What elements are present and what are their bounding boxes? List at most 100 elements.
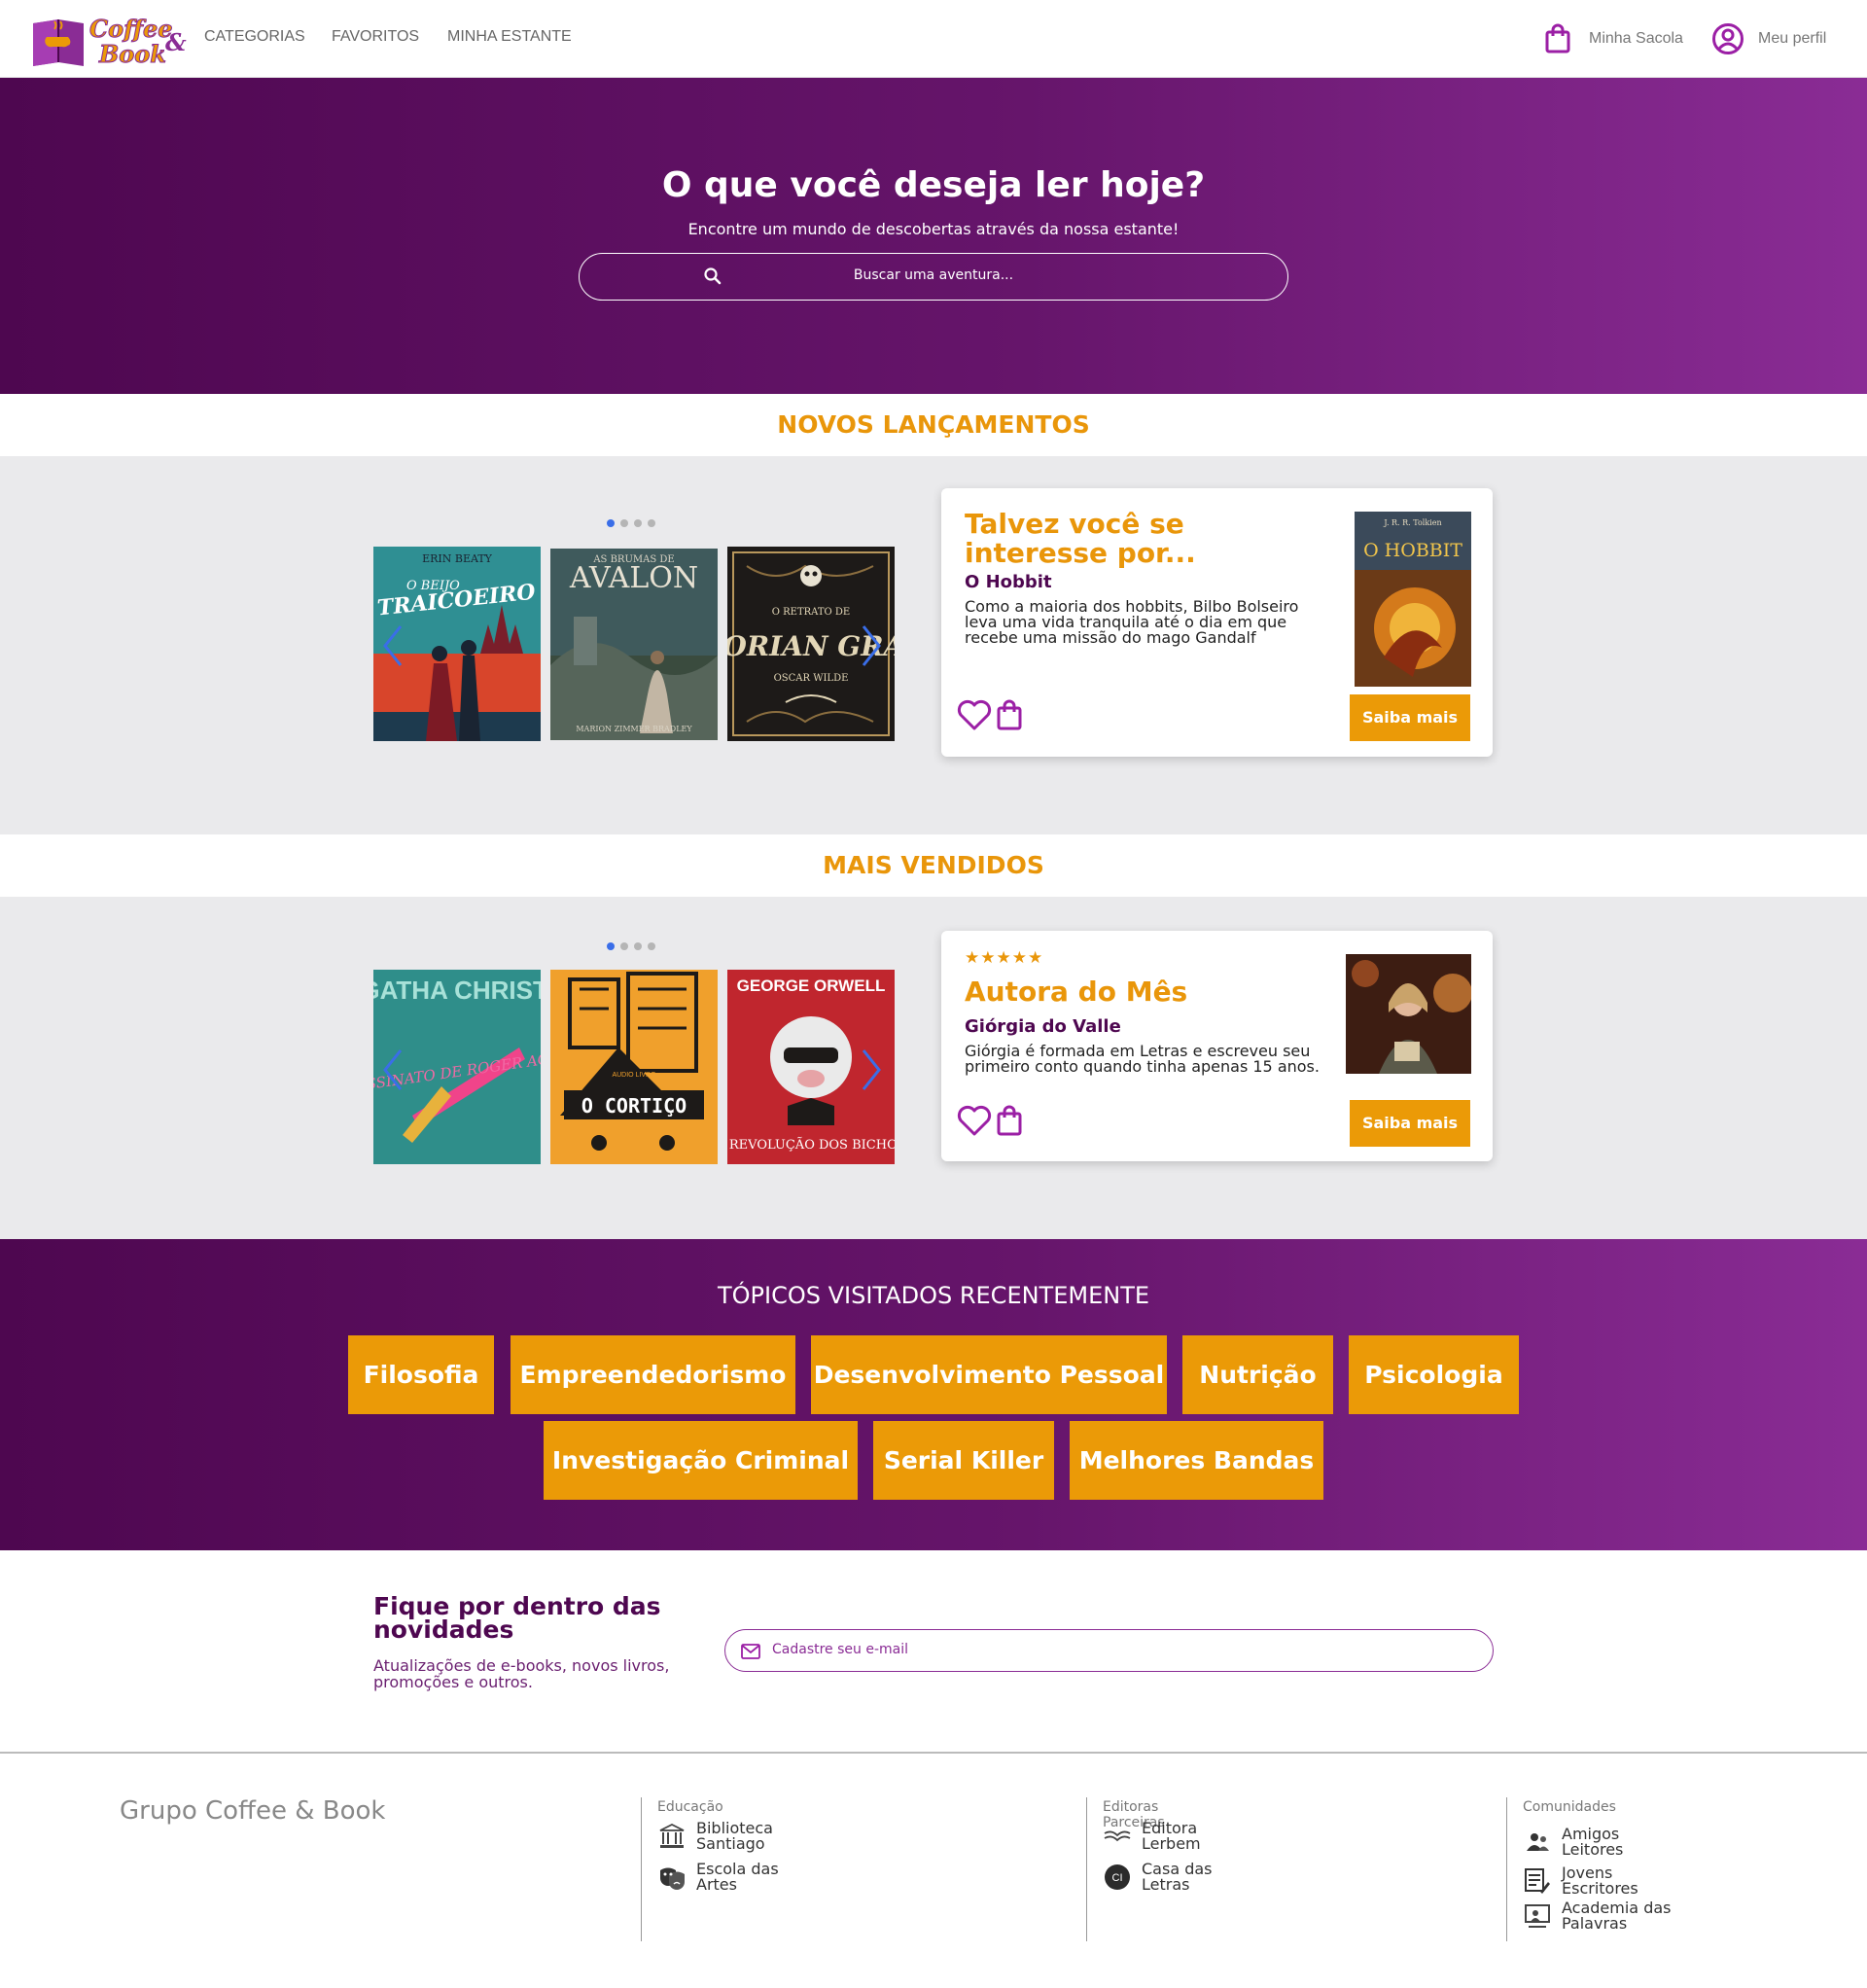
heart-icon[interactable] [957,1104,992,1137]
coffee-book-logo[interactable]: Coffee Book & [29,8,193,70]
footer-col-editoras: Editoras Parceiras Editora Lerbem CI Cas… [1086,1797,1213,1941]
book-cover-o-cortico[interactable]: AUDIO LIVRO O CORTIÇO [550,970,718,1164]
logo-amp: & [165,28,187,56]
classroom-icon [1525,1904,1550,1928]
nav-categorias[interactable]: CATEGORIAS [204,28,305,46]
nav-minha-estante[interactable]: MINHA ESTANTE [447,28,572,46]
footer-link-label: Jovens Escritores [1562,1864,1638,1898]
chevron-right-icon[interactable] [860,624,883,667]
book-cover-brumas-avalon[interactable]: AS BRUMAS DE AVALON MARION ZIMMER BRADLE… [550,549,718,740]
mail-icon [741,1644,760,1659]
footer-link-editora-lerbem[interactable]: Editora Lerbem [1103,1821,1239,1852]
footer-col-educacao: Educação Biblioteca Santiago Escola das … [641,1797,779,1941]
cover-title: O HOBBIT [1363,540,1462,561]
topic-chip-desenvolvimento-pessoal[interactable]: Desenvolvimento Pessoal [811,1335,1167,1414]
topic-chip-psicologia[interactable]: Psicologia [1349,1335,1519,1414]
book-author: ERIN BEATY [422,552,493,565]
carousel-dot[interactable] [607,942,615,950]
footer-link-jovens-escritores[interactable]: Jovens Escritores [1523,1865,1638,1897]
newsletter-title: Fique por dentro das novidades [373,1592,661,1644]
topic-chip-nutricao[interactable]: Nutrição [1182,1335,1333,1414]
author-of-month-card: ★★★★★ Autora do Mês Giórgia do Valle Gió… [941,931,1493,1161]
carousel-dot[interactable] [620,942,628,950]
carousel-dot[interactable] [648,519,655,527]
card-title: Autora do Mês [965,976,1188,1008]
novos-lancamentos-title: NOVOS LANÇAMENTOS [0,394,1867,456]
topic-chip-investigacao-criminal[interactable]: Investigação Criminal [544,1421,858,1500]
footer-link-label: Escola das Artes [696,1860,779,1894]
book-author: MARION ZIMMER BRADLEY [576,725,692,733]
shopping-bag-icon [1545,23,1570,53]
saiba-mais-button[interactable]: Saiba mais [1350,694,1470,741]
card-description: Como a maioria dos hobbits, Bilbo Bolsei… [965,597,1299,647]
footer-link-label: Editora Lerbem [1142,1819,1201,1853]
topic-chip-serial-killer[interactable]: Serial Killer [873,1421,1054,1500]
topic-chip-empreendedorismo[interactable]: Empreendedorismo [511,1335,795,1414]
footer-link-biblioteca-santiago[interactable]: Biblioteca Santiago [657,1821,793,1852]
library-icon [659,1823,685,1848]
topics-title: TÓPICOS VISITADOS RECENTEMENTE [717,1282,1150,1309]
ci-badge-text: CI [1112,1872,1123,1884]
writing-icon [1525,1868,1550,1894]
topic-chip-filosofia[interactable]: Filosofia [348,1335,494,1414]
search-input[interactable]: Buscar uma aventura... [579,253,1288,301]
chevron-right-icon[interactable] [860,1048,883,1091]
email-placeholder: Cadastre seu e-mail [772,1642,909,1657]
hobbit-cover[interactable]: J. R. R. Tolkien O HOBBIT [1355,512,1471,687]
hero-banner: O que você deseja ler hoje? Encontre um … [0,78,1867,394]
card-description: Giórgia é formada em Letras e escreveu s… [965,1042,1320,1076]
footer-link-amigos-leitores[interactable]: Amigos Leitores [1523,1827,1623,1858]
top-header: Coffee Book & CATEGORIAS FAVORITOS MINHA… [0,0,1867,78]
chevron-left-icon[interactable] [381,1048,405,1091]
carousel-dots-novos[interactable] [607,519,655,527]
nav-favoritos[interactable]: FAVORITOS [332,28,419,46]
profile-label: Meu perfil [1758,30,1827,47]
bag-label: Minha Sacola [1589,30,1683,47]
footer-col-heading: Educação [657,1799,723,1815]
carousel-dot[interactable] [648,942,655,950]
footer-link-label: Amigos Leitores [1562,1825,1624,1859]
carousel-dots-vendidos[interactable] [607,942,655,950]
author-photo[interactable] [1346,954,1471,1074]
footer-col-comunidades: Comunidades Amigos Leitores Jovens Escri… [1506,1797,1671,1941]
topic-chip-melhores-bandas[interactable]: Melhores Bandas [1070,1421,1323,1500]
open-book-icon [1104,1830,1131,1842]
hero-subtitle: Encontre um mundo de descobertas através… [687,220,1180,238]
card-author-name: Giórgia do Valle [965,1016,1121,1037]
profile-link[interactable]: Meu perfil [1711,21,1826,56]
footer-link-escola-artes[interactable]: Escola das Artes [657,1862,793,1893]
carousel-dot[interactable] [634,942,642,950]
footer-col-heading: Comunidades [1523,1799,1616,1815]
carousel-dot[interactable] [620,519,628,527]
book-author: OSCAR WILDE [774,673,849,684]
ci-badge-icon: CI [1105,1864,1130,1890]
footer-link-academia-palavras[interactable]: Academia das Palavras [1523,1900,1688,1932]
book-title: A REVOLUÇÃO DOS BICHOS [727,1137,895,1153]
recommendation-card: Talvez você se interesse por... O Hobbit… [941,488,1493,757]
hero-title: O que você deseja ler hoje? [661,165,1206,205]
chevron-left-icon[interactable] [381,624,405,667]
add-to-bag-icon[interactable] [996,1104,1023,1137]
card-title: Talvez você se interesse por... [965,508,1196,569]
book-author: GEORGE ORWELL [737,976,886,995]
card-book-name: O Hobbit [965,572,1052,592]
search-placeholder: Buscar uma aventura... [853,267,1014,283]
people-icon [1527,1833,1549,1851]
theater-masks-icon [660,1867,685,1890]
add-to-bag-icon[interactable] [996,698,1023,731]
mais-vendidos-title: MAIS VENDIDOS [0,834,1867,897]
cover-author: J. R. R. Tolkien [1383,518,1441,527]
rating-stars: ★★★★★ [965,948,1044,968]
footer-link-label: Biblioteca Santiago [696,1819,773,1853]
email-field[interactable]: Cadastre seu e-mail [724,1629,1494,1672]
logo-text-top: Coffee [89,15,173,43]
book-label: AUDIO LIVRO [612,1072,656,1079]
carousel-dot[interactable] [607,519,615,527]
logo-text-bottom: Book [98,40,166,68]
carousel-dot[interactable] [634,519,642,527]
footer-link-casa-letras[interactable]: CI Casa das Letras [1103,1862,1239,1893]
book-title: O CORTIÇO [581,1094,687,1118]
heart-icon[interactable] [957,698,992,731]
bag-link[interactable]: Minha Sacola [1544,21,1683,56]
saiba-mais-button[interactable]: Saiba mais [1350,1100,1470,1147]
